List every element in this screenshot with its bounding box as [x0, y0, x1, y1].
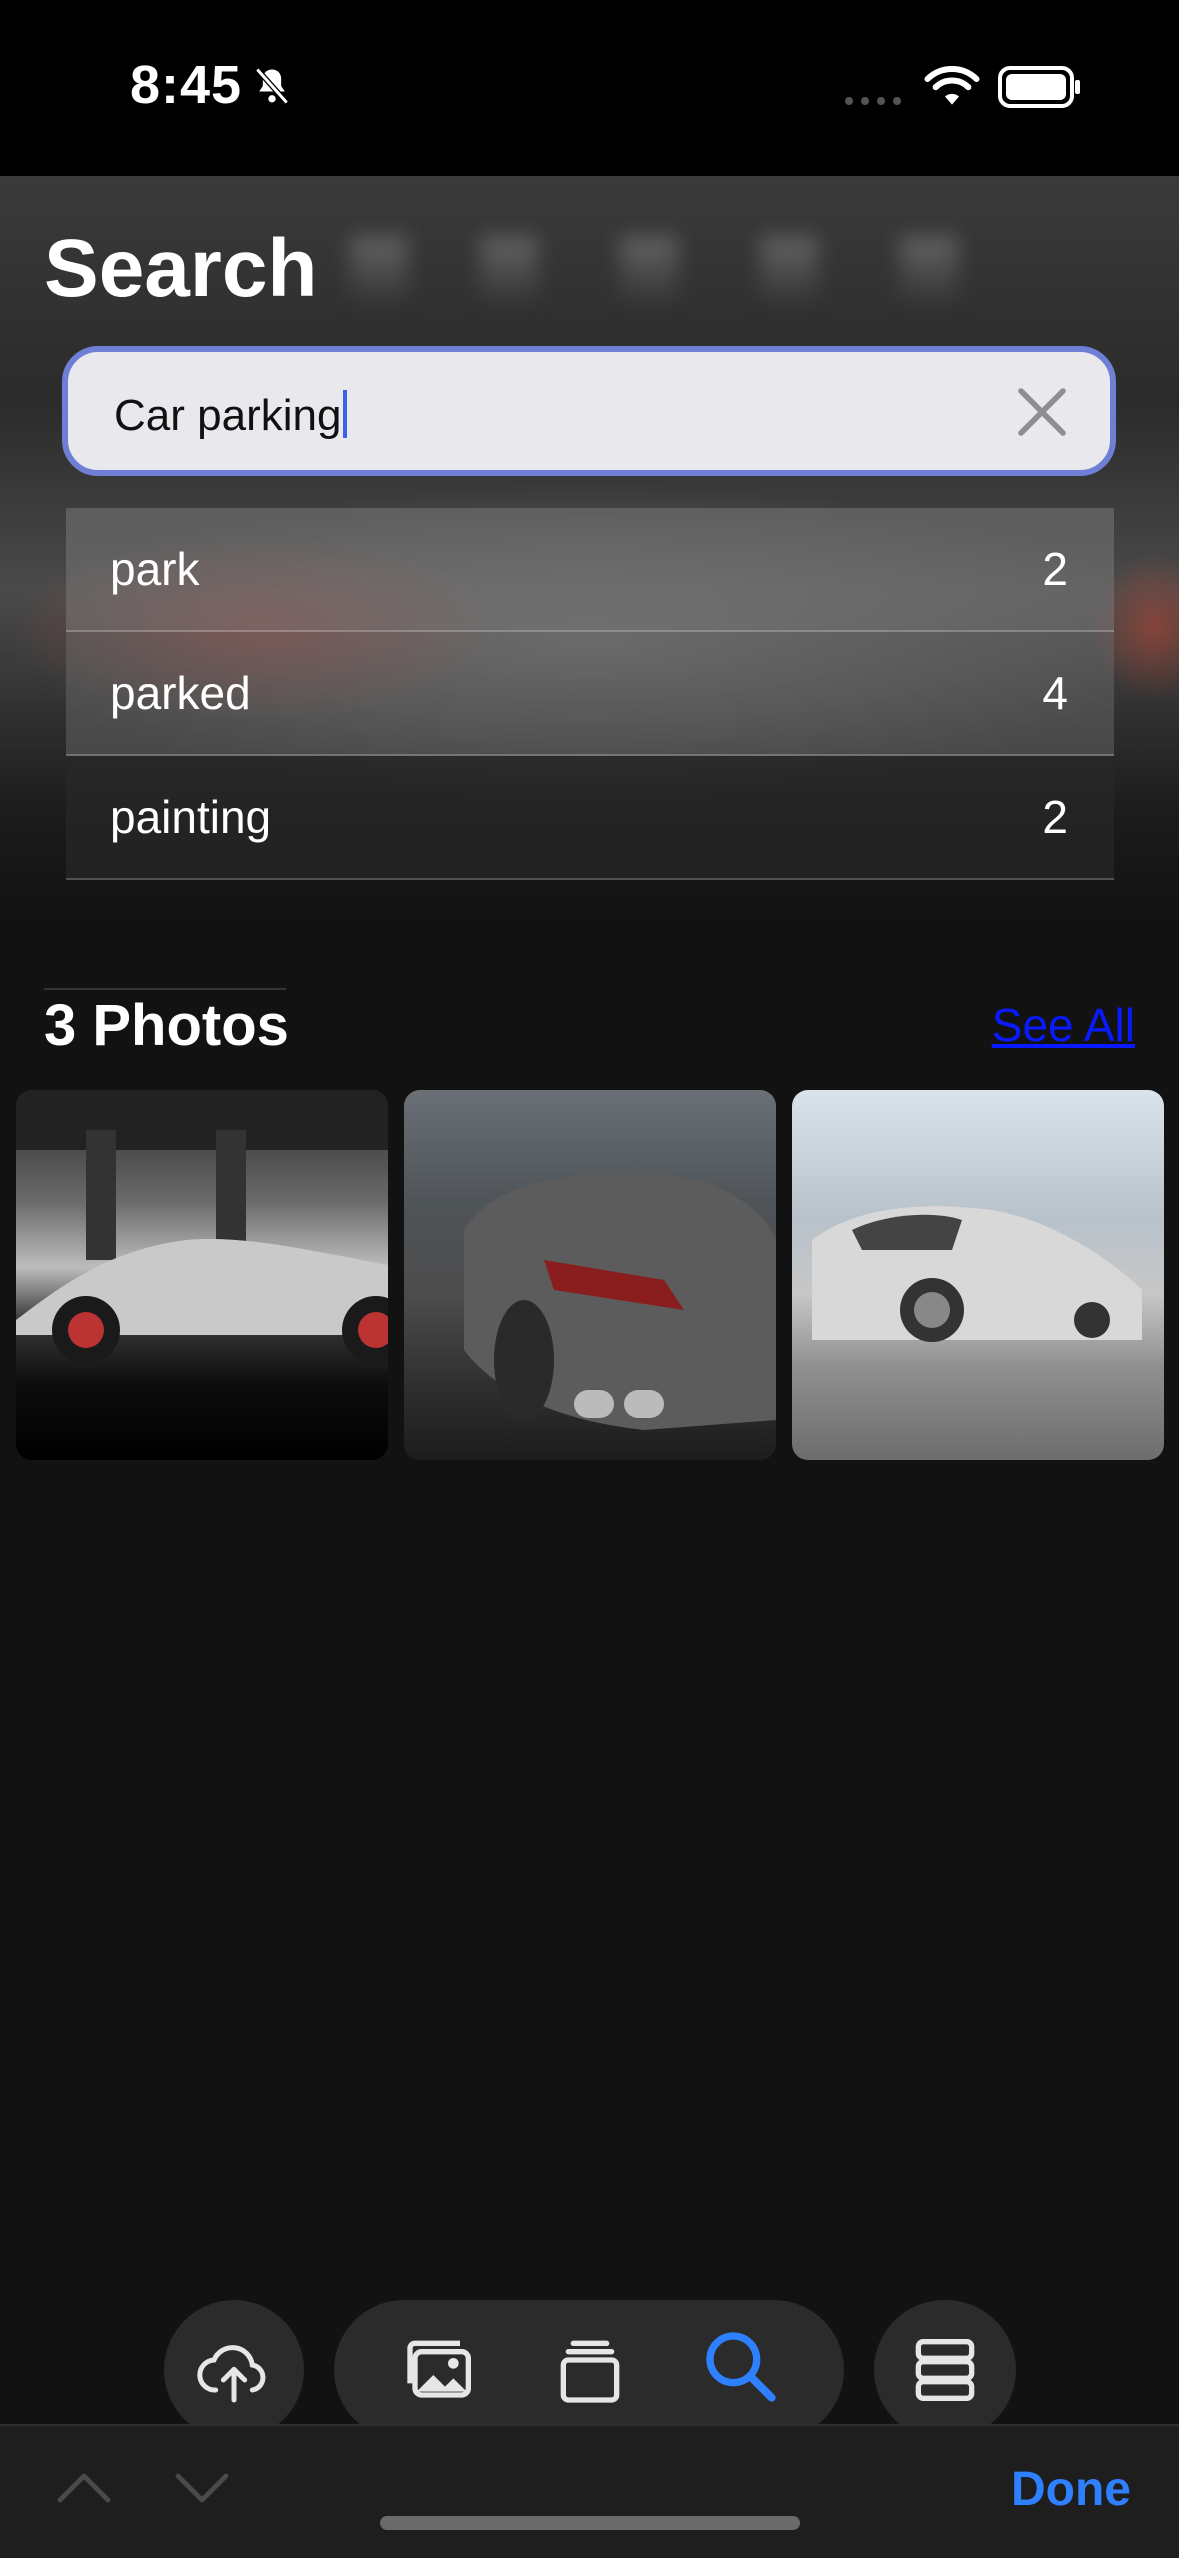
suggestion-item-parked[interactable]: parked 4 — [66, 632, 1114, 756]
main-tab-group — [334, 2300, 844, 2440]
search-input[interactable]: Car parking — [114, 390, 348, 441]
suggestion-term: parked — [110, 667, 251, 719]
close-icon[interactable] — [1014, 384, 1070, 440]
wifi-icon — [924, 65, 980, 105]
signal-dots-icon — [845, 97, 901, 105]
suggestion-list: park 2 parked 4 painting 2 — [66, 508, 1114, 880]
car-photo-2 — [464, 1173, 776, 1430]
menu-icon — [915, 2339, 975, 2401]
photos-icon[interactable] — [400, 2330, 480, 2410]
suggestion-count: 2 — [1042, 791, 1068, 843]
status-time: 8:45 — [130, 55, 243, 115]
suggestion-term: painting — [110, 791, 272, 843]
car-photo-3 — [812, 1206, 1142, 1342]
status-bar: 8:45 — [0, 0, 1179, 176]
suggestion-item-park[interactable]: park 2 — [66, 508, 1114, 632]
photo-thumbnail[interactable] — [16, 1090, 388, 1460]
suggestion-count: 4 — [1042, 667, 1068, 719]
results-title: 3 Photos — [44, 993, 289, 1058]
car-photo-1 — [16, 1090, 388, 1364]
chevron-down-icon[interactable] — [172, 2468, 232, 2508]
suggestion-item-painting[interactable]: painting 2 — [66, 756, 1114, 880]
done-button[interactable]: Done — [1011, 2462, 1131, 2517]
albums-icon[interactable] — [550, 2330, 630, 2410]
section-divider — [44, 988, 286, 990]
search-icon[interactable] — [700, 2326, 780, 2406]
page-title: Search — [44, 223, 318, 314]
text-caret — [343, 390, 348, 438]
bell-slash-icon — [255, 67, 289, 105]
upload-tab[interactable] — [164, 2300, 304, 2440]
suggestion-count: 2 — [1042, 543, 1068, 595]
suggestion-term: park — [110, 543, 200, 595]
battery-icon — [998, 66, 1080, 108]
see-all-link[interactable]: See All — [992, 998, 1135, 1052]
chevron-up-icon[interactable] — [54, 2468, 114, 2508]
menu-tab[interactable] — [874, 2300, 1016, 2440]
search-field[interactable]: Car parking — [62, 346, 1116, 476]
home-indicator — [380, 2516, 800, 2530]
photo-thumbnail[interactable] — [792, 1090, 1164, 1460]
cloud-upload-icon — [197, 2345, 266, 2403]
photo-thumbnail[interactable] — [404, 1090, 776, 1460]
